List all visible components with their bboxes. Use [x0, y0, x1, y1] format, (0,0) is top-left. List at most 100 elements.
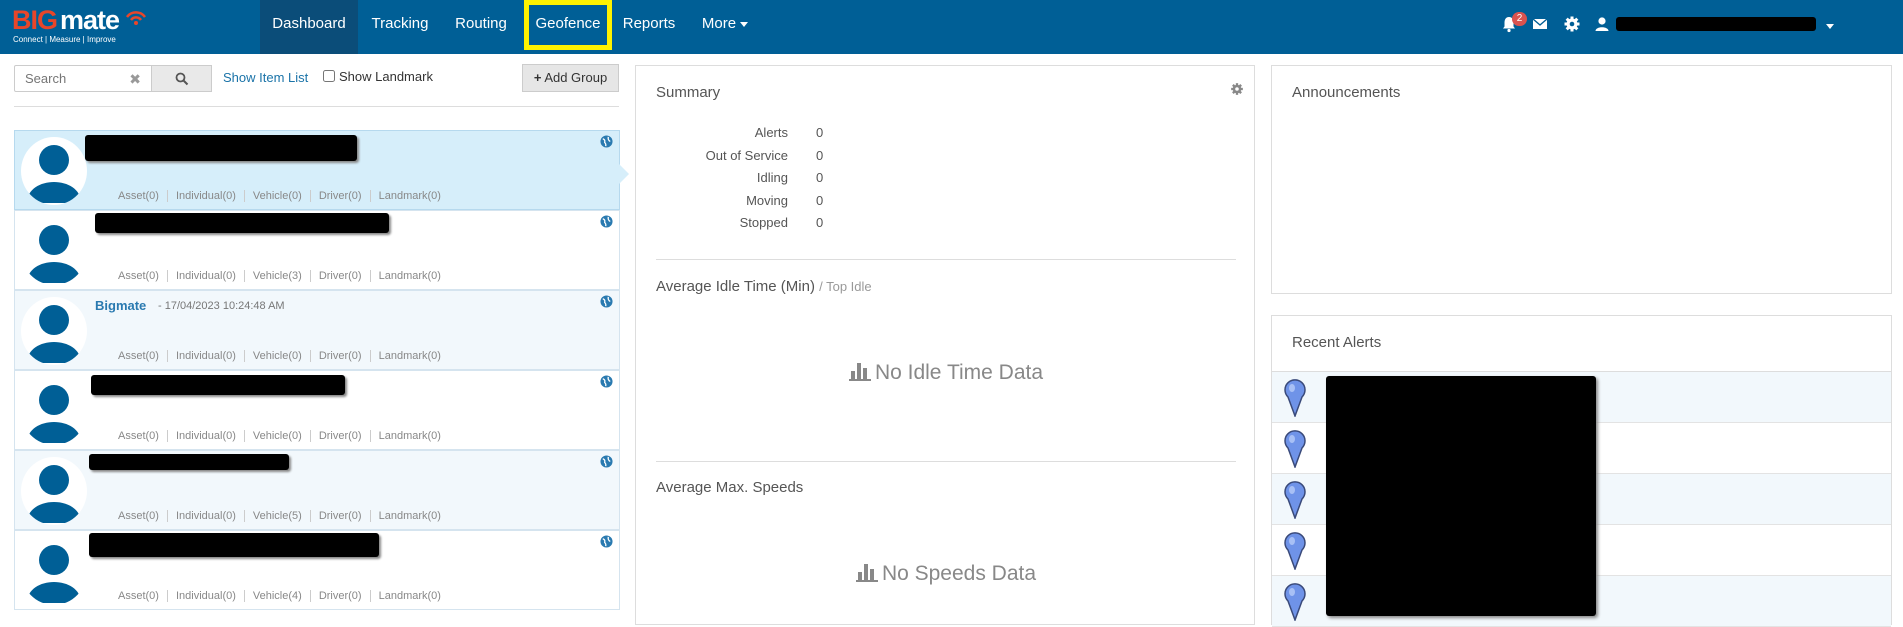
group-row[interactable]: Asset(0) Individual(0) Vehicle(0) Driver(0)… — [14, 370, 620, 450]
idle-empty-text: No Idle Time Data — [874, 361, 1044, 384]
vehicle-count: Vehicle(3) — [243, 270, 310, 282]
bar-chart-icon — [848, 363, 871, 381]
globe-icon[interactable] — [600, 455, 613, 468]
globe-icon[interactable] — [600, 215, 613, 228]
announcements-panel: Announcements — [1271, 65, 1892, 294]
idle-empty-state: No Idle Time Data — [636, 361, 1256, 385]
logo-big-text: BIG — [12, 5, 58, 35]
user-name-redacted[interactable] — [1616, 17, 1816, 31]
map-pin-icon[interactable] — [1282, 377, 1308, 417]
nav-geofence-label: Geofence — [535, 15, 601, 32]
group-row[interactable]: Asset(0) Individual(0) Vehicle(3) Driver(0)… — [14, 210, 620, 290]
chevron-down-icon — [740, 21, 749, 27]
map-pin-icon[interactable] — [1282, 530, 1308, 570]
search-field[interactable]: ✖ — [14, 65, 152, 92]
group-counts: Asset(0) Individual(0) Vehicle(4) Driver(0)… — [104, 590, 449, 602]
show-landmark-toggle[interactable]: Show Landmark — [323, 69, 433, 84]
group-name-redacted — [95, 213, 389, 233]
individual-count: Individual(0) — [166, 590, 244, 602]
group-counts: Asset(0) Individual(0) Vehicle(0) Driver(0)… — [104, 350, 449, 362]
landmark-count: Landmark(0) — [369, 590, 449, 602]
group-name[interactable]: Bigmate — [95, 298, 146, 313]
avatar — [21, 377, 87, 445]
nav-reports-label: Reports — [622, 15, 676, 32]
show-landmark-checkbox[interactable] — [323, 70, 335, 82]
group-row[interactable]: Asset(0) Individual(0) Vehicle(0) Driver(0)… — [14, 130, 620, 210]
asset-count: Asset(0) — [118, 510, 159, 522]
driver-count: Driver(0) — [309, 270, 370, 282]
nav-more-label: More — [701, 15, 737, 32]
asset-count: Asset(0) — [118, 590, 159, 602]
summary-label-moving: Moving — [746, 193, 788, 208]
avatar — [21, 457, 87, 525]
avatar — [21, 217, 87, 285]
landmark-count: Landmark(0) — [369, 270, 449, 282]
person-icon — [27, 465, 81, 523]
map-pin-icon[interactable] — [1282, 479, 1308, 519]
group-counts: Asset(0) Individual(0) Vehicle(3) Driver(0)… — [104, 270, 449, 282]
individual-count: Individual(0) — [166, 350, 244, 362]
envelope-icon[interactable] — [1531, 15, 1549, 33]
top-navbar: BIG mate Connect | Measure | Improve Das… — [0, 0, 1903, 54]
summary-label-out-of-service: Out of Service — [705, 148, 788, 163]
avatar — [21, 137, 87, 205]
map-pin-icon[interactable] — [1282, 581, 1308, 621]
gear-icon[interactable] — [1230, 82, 1244, 96]
summary-panel: Summary Alerts 0 Out of Service 0 Idling… — [635, 65, 1255, 625]
gear-icon[interactable] — [1563, 15, 1581, 33]
bigmate-logo[interactable]: BIG mate Connect | Measure | Improve — [12, 4, 147, 48]
person-icon — [27, 145, 81, 203]
globe-icon[interactable] — [600, 135, 613, 148]
map-pin-icon[interactable] — [1282, 428, 1308, 468]
driver-count: Driver(0) — [309, 510, 370, 522]
globe-icon[interactable] — [600, 375, 613, 388]
summary-value-idling: 0 — [816, 170, 824, 185]
announcements-title: Announcements — [1292, 84, 1401, 101]
search-button[interactable] — [151, 65, 212, 92]
group-counts: Asset(0) Individual(0) Vehicle(0) Driver(0)… — [104, 190, 449, 202]
chevron-down-icon[interactable] — [1826, 24, 1834, 29]
logo-mate-text: mate — [60, 5, 120, 35]
group-row[interactable]: Asset(0) Individual(0) Vehicle(5) Driver(0)… — [14, 450, 620, 530]
nav-dashboard-label: Dashboard — [272, 15, 346, 32]
top-idle-link[interactable]: / Top Idle — [819, 279, 872, 294]
person-icon — [27, 305, 81, 363]
driver-count: Driver(0) — [309, 190, 370, 202]
nav-routing[interactable]: Routing — [446, 0, 516, 48]
avatar — [21, 297, 87, 365]
recent-alerts-title: Recent Alerts — [1292, 334, 1382, 351]
nav-reports[interactable]: Reports — [618, 0, 680, 48]
asset-count: Asset(0) — [118, 190, 159, 202]
summary-value-stopped: 0 — [816, 215, 824, 230]
logo-tagline: Connect | Measure | Improve — [13, 35, 116, 44]
left-divider — [14, 106, 619, 107]
idle-time-heading: Average Idle Time (Min) / Top Idle — [656, 278, 872, 295]
landmark-count: Landmark(0) — [369, 510, 449, 522]
group-row[interactable]: Bigmate - 17/04/2023 10:24:48 AM Asset(0… — [14, 290, 620, 370]
user-icon[interactable] — [1593, 15, 1611, 33]
clear-icon[interactable]: ✖ — [129, 71, 141, 88]
nav-more-dropdown[interactable]: More — [694, 0, 756, 48]
nav-dashboard[interactable]: Dashboard — [260, 0, 358, 54]
driver-count: Driver(0) — [309, 430, 370, 442]
vehicle-count: Vehicle(0) — [243, 190, 310, 202]
summary-value-alerts: 0 — [816, 125, 824, 140]
summary-label-idling: Idling — [756, 170, 788, 185]
globe-icon[interactable] — [600, 535, 613, 548]
group-counts: Asset(0) Individual(0) Vehicle(5) Driver(0)… — [104, 510, 449, 522]
individual-count: Individual(0) — [166, 510, 244, 522]
add-group-button[interactable]: + Add Group — [522, 64, 619, 92]
search-input[interactable] — [15, 66, 125, 91]
vehicle-count: Vehicle(0) — [243, 350, 310, 362]
nav-geofence[interactable]: Geofence — [524, 0, 612, 50]
show-item-list-link[interactable]: Show Item List — [223, 70, 308, 85]
group-row[interactable]: Asset(0) Individual(0) Vehicle(4) Driver(0)… — [14, 530, 620, 610]
asset-count: Asset(0) — [118, 270, 159, 282]
person-icon — [27, 225, 81, 283]
globe-icon[interactable] — [600, 295, 613, 308]
group-name-redacted — [85, 135, 357, 161]
landmark-count: Landmark(0) — [369, 430, 449, 442]
vehicle-count: Vehicle(4) — [243, 590, 310, 602]
nav-tracking[interactable]: Tracking — [362, 0, 438, 48]
group-name-redacted — [89, 454, 289, 470]
